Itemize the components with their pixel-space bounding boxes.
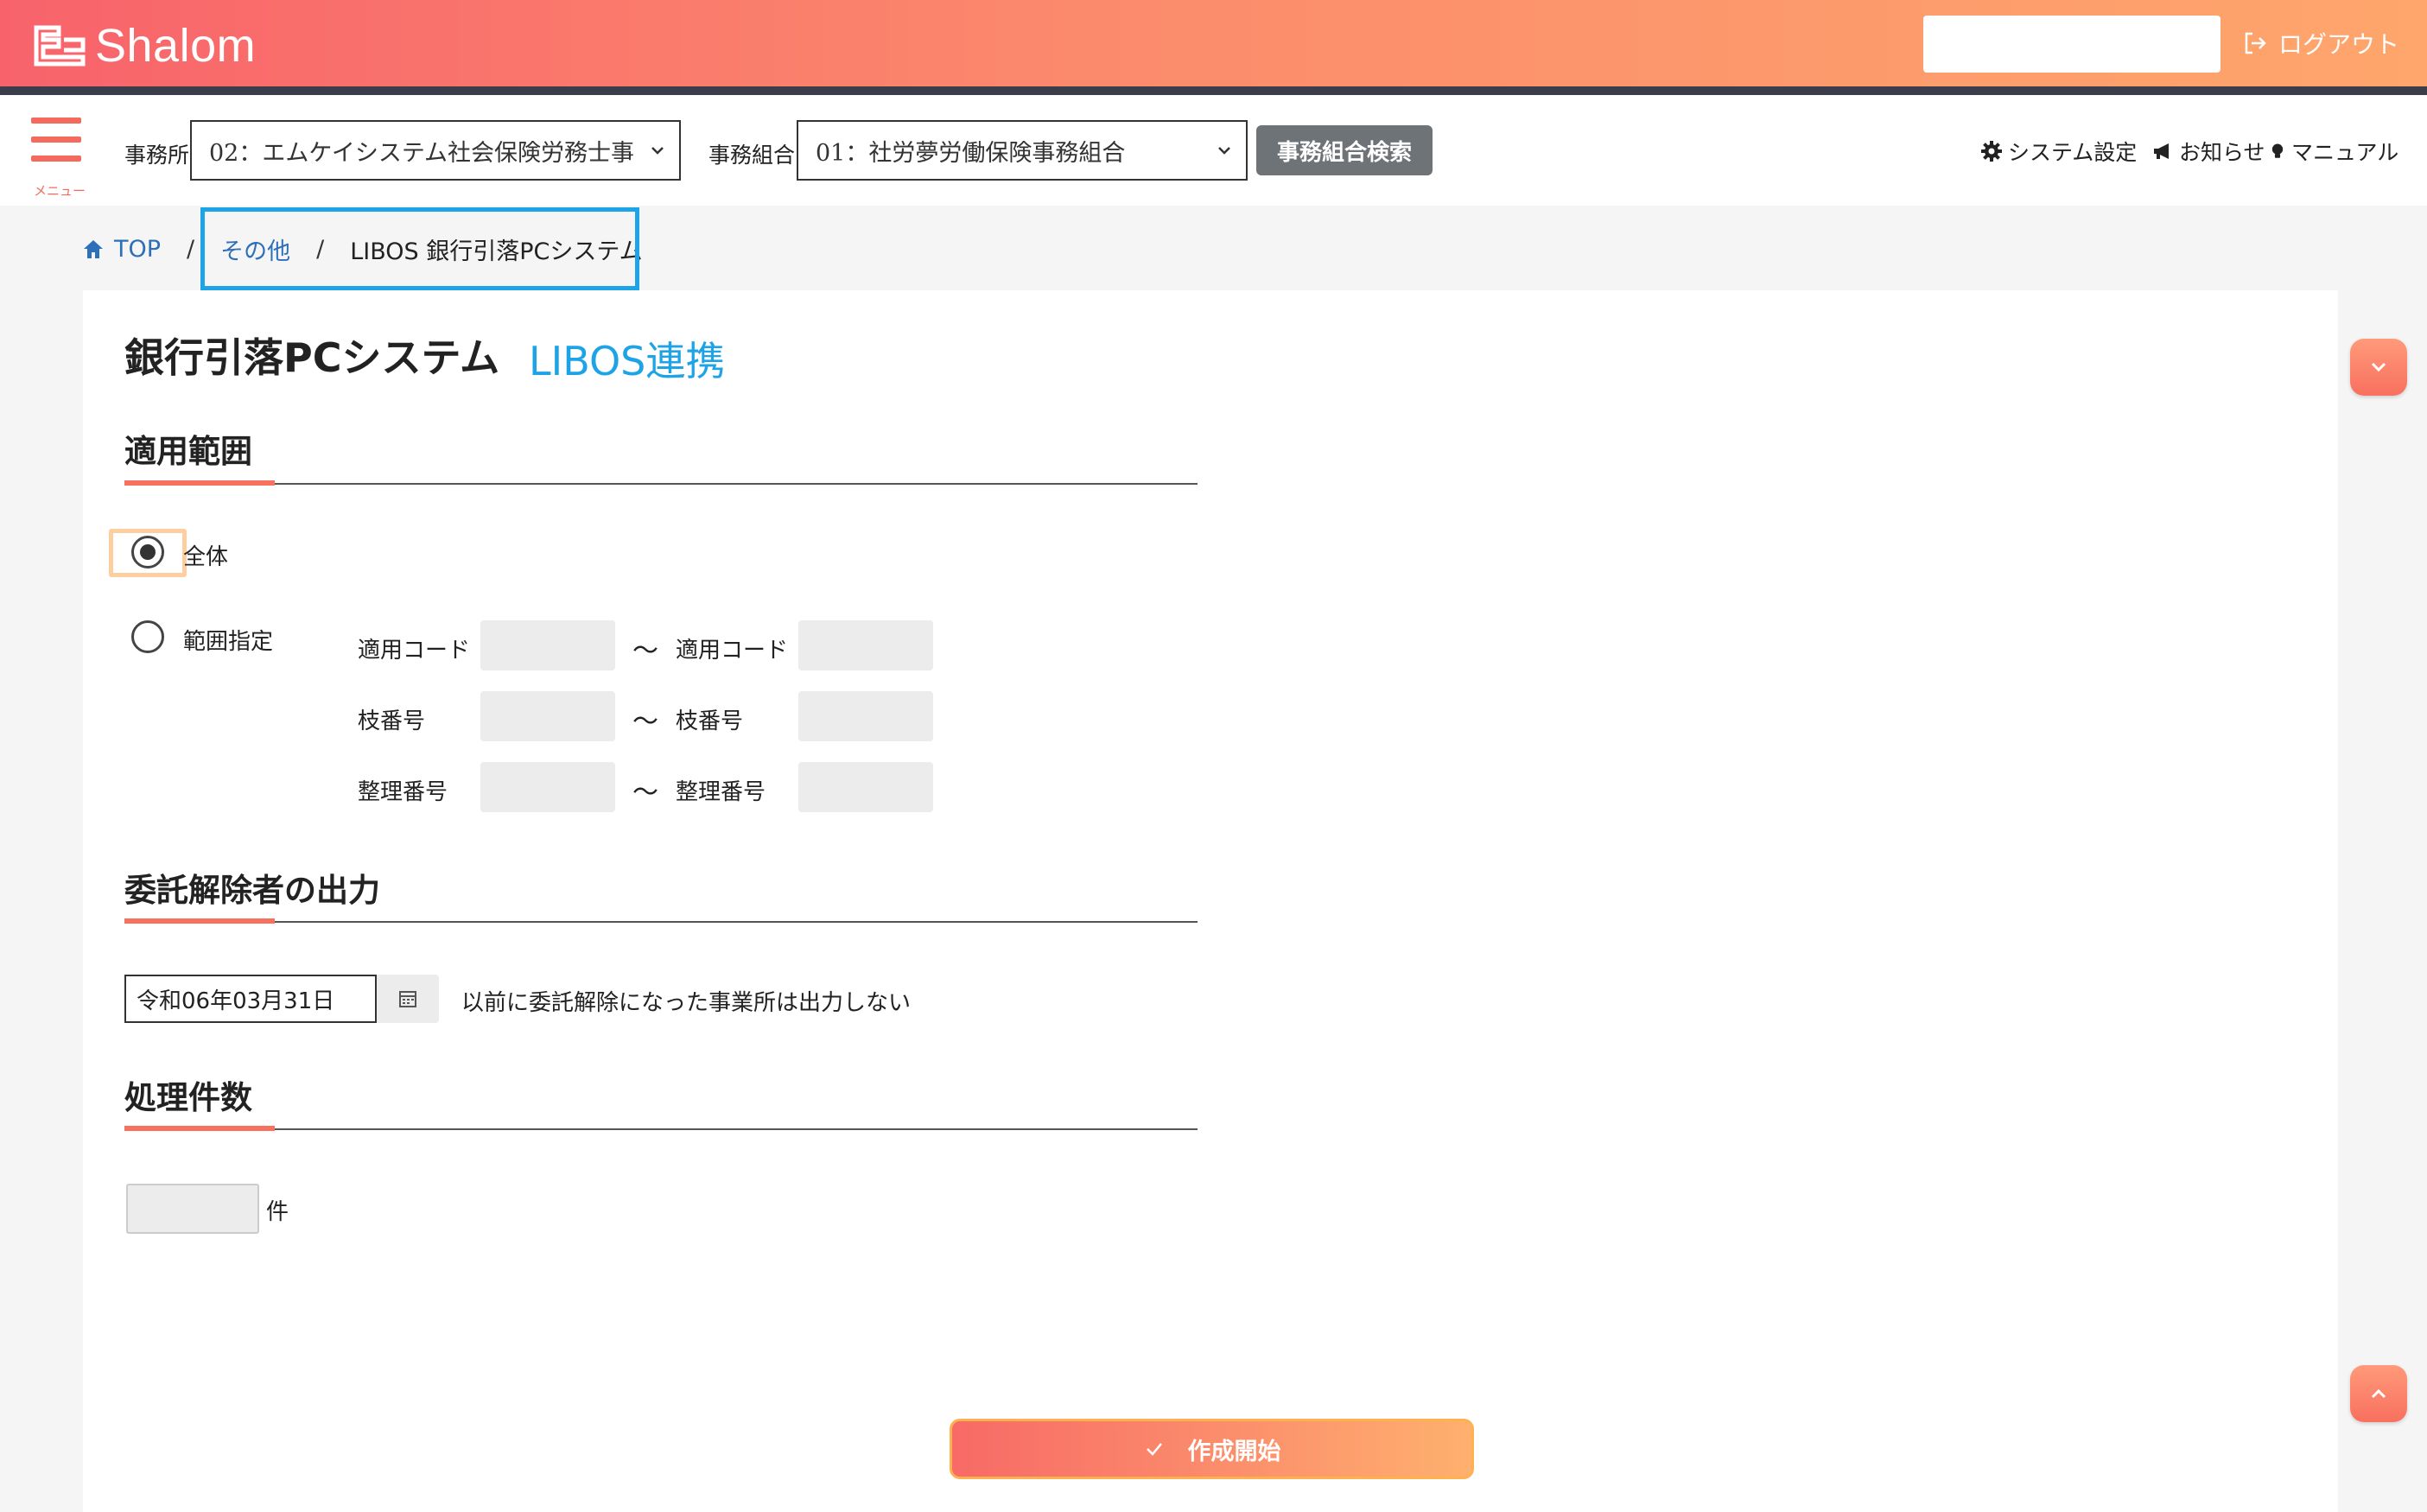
apply-code-to-input[interactable] [798, 620, 933, 670]
section-accent-bar [124, 918, 275, 924]
range-tilde: 〜 [632, 707, 658, 737]
cancel-date-value: 令和06年03月31日 [137, 988, 335, 1014]
count-section-title: 処理件数 [124, 1079, 252, 1116]
office-label: 事務所 [124, 143, 190, 168]
apply-code-from-label: 適用コード [358, 638, 471, 664]
main-card [83, 290, 2338, 1512]
radio-selected-dot [140, 544, 156, 560]
ref-number-from-label: 整理番号 [358, 779, 448, 805]
manual-link[interactable]: マニュアル [2269, 137, 2398, 166]
breadcrumb-separator: / [187, 235, 195, 263]
notice-label: お知らせ [2179, 140, 2265, 165]
union-label: 事務組合 [708, 143, 796, 168]
branch-to-input[interactable] [798, 691, 933, 741]
section-divider [124, 921, 1198, 923]
breadcrumb-highlight-box [200, 207, 639, 290]
chevron-down-icon [1218, 147, 1230, 155]
branch-from-label: 枝番号 [358, 708, 426, 734]
chevron-up-icon [2371, 1388, 2386, 1399]
chevron-down-icon [648, 141, 667, 160]
apply-code-from-input[interactable] [480, 620, 615, 670]
app-logo[interactable]: Shalom [33, 20, 257, 72]
count-unit-label: 件 [266, 1199, 289, 1225]
cancel-date-note: 以前に委託解除になった事業所は出力しない [461, 990, 912, 1016]
radio-range[interactable] [131, 620, 164, 653]
home-icon [84, 240, 103, 258]
scroll-up-button[interactable] [2350, 1365, 2407, 1422]
lightbulb-icon [2271, 143, 2284, 158]
hamburger-icon-bar [31, 156, 81, 162]
system-settings-link[interactable]: システム設定 [1980, 137, 2137, 166]
section-divider [124, 483, 1198, 485]
check-icon [1146, 1443, 1162, 1456]
range-tilde: 〜 [632, 636, 658, 666]
logo-text: Shalom [95, 20, 257, 72]
breadcrumb-top[interactable]: TOP [114, 236, 161, 263]
menu-label: メニュー [33, 183, 86, 199]
logout-button[interactable]: ログアウト [2242, 24, 2399, 62]
page-title: 銀行引落PCシステム [124, 334, 500, 381]
union-select-value: 01：社労夢労働保険事務組合 [816, 139, 1126, 167]
apply-code-to-label: 適用コード [676, 638, 789, 664]
cancel-section-title: 委託解除者の出力 [124, 872, 380, 909]
office-select-value: 02：エムケイシステム社会保険労務士事 [209, 139, 635, 167]
section-divider [124, 1128, 1198, 1130]
branch-from-input[interactable] [480, 691, 615, 741]
scroll-down-button[interactable] [2350, 339, 2407, 396]
gear-icon [1981, 141, 2002, 162]
logout-icon [2245, 32, 2266, 54]
chevron-down-icon [2371, 362, 2386, 372]
start-create-label: 作成開始 [1187, 1438, 1281, 1465]
radio-range-label[interactable]: 範囲指定 [183, 624, 273, 656]
megaphone-icon [2154, 143, 2169, 159]
system-settings-label: システム設定 [2008, 140, 2138, 165]
cancel-date-input[interactable]: 令和06年03月31日 [124, 975, 377, 1023]
radio-all-label[interactable]: 全体 [183, 539, 228, 571]
page-subtitle: LIBOS連携 [529, 338, 726, 384]
section-accent-bar [124, 1126, 275, 1131]
section-accent-bar [124, 480, 275, 486]
start-create-button[interactable]: 作成開始 [950, 1419, 1474, 1479]
ref-number-to-label: 整理番号 [676, 779, 766, 805]
menu-button[interactable]: メニュー [29, 118, 90, 199]
ref-number-to-input[interactable] [798, 762, 933, 812]
calendar-icon [399, 991, 416, 1007]
union-search-button[interactable]: 事務組合検索 [1256, 125, 1433, 175]
user-info-box [1923, 16, 2221, 73]
radio-all[interactable] [131, 536, 164, 569]
process-count-field [126, 1184, 259, 1234]
logo-icon [34, 25, 86, 67]
notice-link[interactable]: お知らせ [2151, 137, 2265, 166]
ref-number-from-input[interactable] [480, 762, 615, 812]
range-tilde: 〜 [632, 778, 658, 808]
header-divider [0, 86, 2427, 95]
logout-label: ログアウト [2278, 30, 2400, 59]
calendar-button[interactable] [377, 975, 439, 1023]
hamburger-icon [31, 118, 81, 124]
hamburger-icon-bar [31, 137, 81, 143]
office-select[interactable]: 02：エムケイシステム社会保険労務士事 [190, 120, 681, 181]
manual-label: マニュアル [2291, 140, 2399, 165]
branch-to-label: 枝番号 [676, 708, 744, 734]
union-select[interactable]: 01：社労夢労働保険事務組合 [797, 120, 1248, 181]
scope-section-title: 適用範囲 [124, 433, 252, 470]
